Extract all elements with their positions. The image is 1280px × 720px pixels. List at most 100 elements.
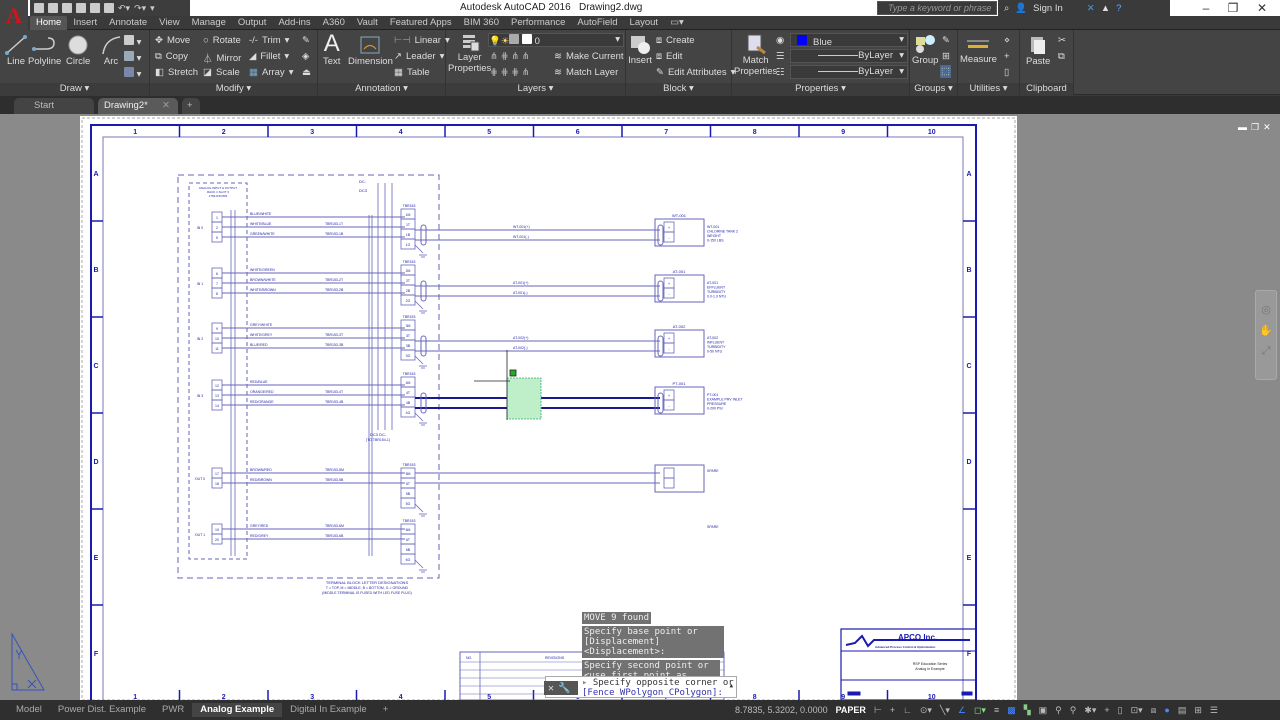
quick-properties-icon[interactable]: ⊡▾ xyxy=(1131,705,1143,716)
zoom-extents-icon[interactable]: ⤢ xyxy=(1256,345,1276,358)
block-panel-title[interactable]: Block ▾ xyxy=(626,83,731,95)
new-layout-button[interactable]: + xyxy=(375,703,397,717)
ribbon-tab-add-ins[interactable]: Add-ins xyxy=(272,16,316,30)
undo-icon[interactable]: ↶▾ xyxy=(118,3,130,13)
polar-icon[interactable]: ⊙▾ xyxy=(920,705,932,716)
match-properties-button[interactable]: Match Properties xyxy=(734,33,777,77)
annotation-visibility-icon[interactable]: ⚲ xyxy=(1070,705,1077,716)
lineweight-dropdown[interactable]: ByLayer ▾ xyxy=(790,49,908,63)
groups-panel-title[interactable]: Groups ▾ xyxy=(910,83,957,95)
plot-icon[interactable] xyxy=(90,3,100,13)
layer-dropdown[interactable]: 💡☀ 0 ▾ xyxy=(488,33,624,47)
utilities-panel-title[interactable]: Utilities ▾ xyxy=(958,83,1019,95)
layout-tab-digital-in-example[interactable]: Digital In Example xyxy=(282,703,375,717)
copy-button[interactable]: ⧉ Copy xyxy=(155,51,188,62)
rotate-button[interactable]: ○ Rotate xyxy=(203,35,241,46)
ribbon-minimize-icon[interactable]: ▭▾ xyxy=(664,16,690,30)
ribbon-tab-autofield[interactable]: AutoField xyxy=(571,16,623,30)
close-viewport-icon[interactable]: ✕ xyxy=(1263,122,1271,133)
ribbon-tab-insert[interactable]: Insert xyxy=(67,16,103,30)
edit-attributes-button[interactable]: ✎ Edit Attributes ▾ xyxy=(656,67,735,78)
transparency-icon[interactable]: ▩ xyxy=(1007,705,1016,716)
group-button[interactable]: Group xyxy=(912,33,938,66)
minimize-viewport-icon[interactable]: ▬ xyxy=(1238,122,1247,133)
ungroup-icon[interactable]: ⊞ xyxy=(942,51,950,62)
open-icon[interactable] xyxy=(48,3,58,13)
command-history-toggle-icon[interactable]: ▴ xyxy=(729,681,734,691)
ribbon-tab-layout[interactable]: Layout xyxy=(624,16,665,30)
ortho-icon[interactable]: ∟ xyxy=(903,705,912,715)
command-options[interactable]: [Fence WPolygon CPolygon]: xyxy=(582,688,723,698)
quick-select-icon[interactable]: ⋄ xyxy=(1004,35,1010,46)
table-button[interactable]: ▦ Table xyxy=(394,67,430,78)
isolate-objects-icon[interactable]: ● xyxy=(1164,705,1169,715)
exchange-icon[interactable]: ✕ xyxy=(1087,3,1095,14)
hatch-tool[interactable]: ▾ xyxy=(124,51,141,64)
application-menu-button[interactable]: A xyxy=(0,0,28,32)
hardware-acceleration-icon[interactable]: ▤ xyxy=(1178,705,1187,716)
ribbon-tab-home[interactable]: Home xyxy=(30,15,68,30)
line-tool[interactable]: Line xyxy=(4,34,28,67)
ribbon-tab-performance[interactable]: Performance xyxy=(505,16,571,30)
save-icon[interactable] xyxy=(62,3,72,13)
pan-icon[interactable]: ✋ xyxy=(1256,324,1276,337)
clean-screen-icon[interactable]: ⊞ xyxy=(1194,705,1202,716)
ribbon-tab-vault[interactable]: Vault xyxy=(351,16,384,30)
ribbon-tab-annotate[interactable]: Annotate xyxy=(103,16,153,30)
mirror-button[interactable]: ⏃ Mirror xyxy=(203,51,241,66)
circle-tool[interactable]: Circle xyxy=(66,34,90,67)
doc-tab-drawing2[interactable]: Drawing2* ✕ xyxy=(98,98,178,114)
leader-button[interactable]: ↗ Leader ▾ xyxy=(394,51,444,62)
grid-icon[interactable]: + xyxy=(890,705,895,715)
lock-ui-icon[interactable]: ⧈ xyxy=(1151,705,1157,716)
draw-panel-title[interactable]: Draw ▾ xyxy=(0,83,149,95)
make-current-button[interactable]: ≋ Make Current xyxy=(554,51,624,62)
edit-block-button[interactable]: ⧈ Edit xyxy=(656,51,682,62)
units-icon[interactable]: ▯ xyxy=(1118,705,1123,716)
match-layer-button[interactable]: ≋ Match Layer xyxy=(554,67,618,78)
calculator-icon[interactable]: ▯ xyxy=(1004,67,1009,78)
lineweight-toggle-icon[interactable]: ≡ xyxy=(994,705,999,715)
steering-wheel-icon[interactable]: ◎ xyxy=(1256,303,1276,316)
text-tool[interactable]: A Text xyxy=(323,32,340,68)
ribbon-tab-view[interactable]: View xyxy=(153,16,185,30)
linetype-dropdown[interactable]: ByLayer ▾ xyxy=(790,65,908,79)
restore-viewport-icon[interactable]: ❐ xyxy=(1251,122,1259,133)
selection-cycling-icon[interactable]: ▚ xyxy=(1024,705,1031,716)
scale-button[interactable]: ◪ Scale xyxy=(203,67,240,78)
close-command-icon[interactable]: ✕ xyxy=(548,683,554,694)
ribbon-tab-manage[interactable]: Manage xyxy=(186,16,232,30)
print-icon[interactable] xyxy=(104,3,114,13)
help-icon[interactable]: ? xyxy=(1116,3,1121,14)
modify-panel-title[interactable]: Modify ▾ xyxy=(150,83,317,95)
paste-button[interactable]: Paste xyxy=(1026,34,1050,67)
new-tab-button[interactable]: + xyxy=(182,98,200,114)
osnap-icon[interactable]: ╲▾ xyxy=(940,705,950,716)
help-search-input[interactable]: Type a keyword or phrase xyxy=(877,1,997,15)
color-dropdown[interactable]: Blue ▾ xyxy=(790,33,908,48)
dynamic-ucs-icon[interactable]: ◻▾ xyxy=(974,705,986,716)
cut-icon[interactable]: ✂ xyxy=(1058,35,1066,46)
layer-properties-button[interactable]: Layer Properties xyxy=(448,32,491,74)
trim-button[interactable]: -/- Trim ▾ xyxy=(249,35,289,46)
move-button[interactable]: ✥ Move xyxy=(155,35,190,46)
measure-button[interactable]: Measure xyxy=(960,34,997,65)
properties-panel-title[interactable]: Properties ▾ xyxy=(732,83,909,95)
dimension-tool[interactable]: Dimension xyxy=(348,34,393,67)
sign-in-button[interactable]: Sign In xyxy=(1033,3,1063,14)
annotation-scale-icon[interactable]: ⚲ xyxy=(1055,705,1062,716)
close-tab-icon[interactable]: ✕ xyxy=(162,98,170,114)
command-line[interactable]: ✕ 🔧 ▸ Specify opposite corner or [Fence W… xyxy=(544,676,737,698)
layout-tab-power-dist-example[interactable]: Power Dist. Example xyxy=(50,703,154,717)
insert-button[interactable]: Insert xyxy=(628,33,652,66)
arc-tool[interactable]: Arc xyxy=(100,34,122,67)
annotation-panel-title[interactable]: Annotation ▾ xyxy=(318,83,445,95)
ribbon-tab-featured-apps[interactable]: Featured Apps xyxy=(384,16,458,30)
boundary-tool[interactable]: ▾ xyxy=(124,67,141,80)
close-button[interactable]: ✕ xyxy=(1244,0,1280,16)
doc-tab-start[interactable]: Start xyxy=(14,98,94,114)
stretch-button[interactable]: ◧ Stretch xyxy=(155,67,198,78)
electrical-schematic[interactable]: 1122334455667788991010AABBCCDDEEFFANALOG… xyxy=(80,116,1017,700)
workspace-icon[interactable]: ✱▾ xyxy=(1084,705,1096,716)
linear-button[interactable]: ⊢⊣ Linear ▾ xyxy=(394,35,450,46)
